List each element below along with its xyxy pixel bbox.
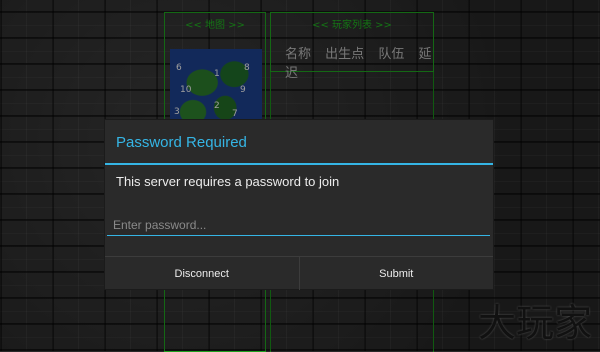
- watermark-logo: 大玩家: [477, 301, 592, 345]
- password-input[interactable]: [107, 214, 490, 236]
- dialog-message: This server requires a password to join: [116, 174, 340, 189]
- disconnect-button[interactable]: Disconnect: [105, 257, 299, 290]
- submit-button[interactable]: Submit: [298, 257, 494, 290]
- dialog-title-divider: [105, 163, 493, 165]
- password-dialog: Password Required This server requires a…: [105, 120, 493, 290]
- dialog-title: Password Required: [116, 134, 247, 151]
- dialog-button-row: Disconnect Submit: [105, 256, 493, 290]
